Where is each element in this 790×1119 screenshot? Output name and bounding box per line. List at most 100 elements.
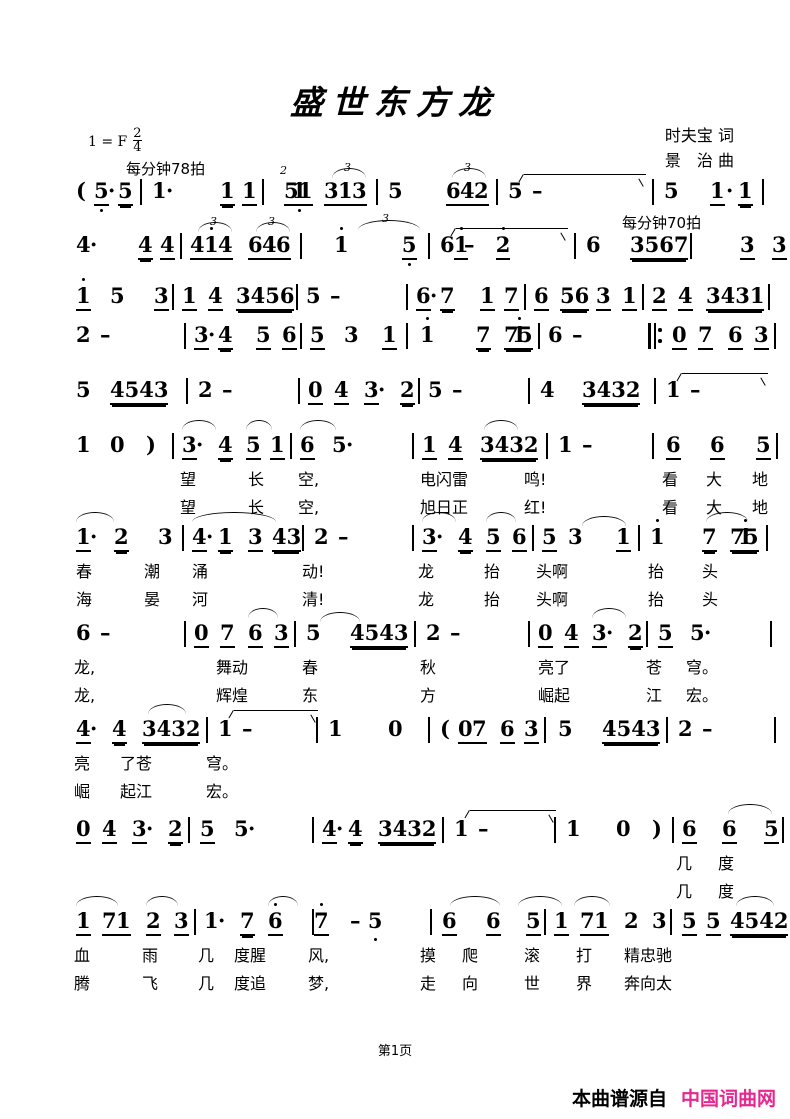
lyric-syllable: 亮 <box>74 754 91 773</box>
barline <box>300 233 302 259</box>
note-token: · <box>704 620 712 645</box>
note-token: 6 <box>248 620 263 648</box>
note-token: 1 <box>218 716 233 741</box>
barline <box>296 284 298 310</box>
note-token: 6 <box>442 908 457 936</box>
barline <box>768 284 770 310</box>
note-token: 2 <box>168 816 183 844</box>
note-token: 4 <box>348 816 363 844</box>
barline <box>442 817 444 843</box>
page-number: 第1页 <box>377 1044 413 1059</box>
note-token: 1 <box>594 908 609 936</box>
note-token: 6 <box>534 283 549 311</box>
tie <box>682 373 768 383</box>
note-token: 3 <box>524 716 539 744</box>
note-token: – <box>330 283 341 308</box>
note-token: 4 <box>76 716 91 744</box>
note-token: · <box>208 322 216 347</box>
music-line-3: 1 5 3 1 4 3456 5 – 6 · 7 1 7 6 56 3 1 2 … <box>76 283 776 317</box>
note-token: · <box>90 232 98 257</box>
note-token: 4543 <box>350 620 409 648</box>
note-token: 7 <box>698 322 713 350</box>
lyric-syllable: 崛起 <box>538 686 571 705</box>
note-token: 4 <box>678 283 693 311</box>
barline <box>638 525 640 551</box>
note-token: 1 <box>650 524 665 549</box>
note-token: 6 <box>446 178 461 206</box>
barline <box>672 817 674 843</box>
note-token: 1 <box>328 716 343 741</box>
barline <box>528 621 530 647</box>
barline <box>774 323 776 349</box>
note-token: 3567 <box>630 232 689 260</box>
note-token: 5 <box>284 178 299 206</box>
slur <box>182 420 216 430</box>
lyric-syllable: 苍 <box>646 658 663 677</box>
note-token: 5 <box>664 178 679 203</box>
note-token: 7 <box>730 524 745 552</box>
note-token: 1 <box>204 908 219 933</box>
tuplet-bracket <box>358 220 420 230</box>
music-line-7: 1 · 2 3 4 · 1 3 43 2 – 3 · 4 5 6 5 3 1 1… <box>76 512 776 614</box>
barline <box>186 378 188 404</box>
note-token: 6 <box>486 908 501 936</box>
lyric-syllable: 头啊 <box>536 590 569 609</box>
note-token: 3432 <box>582 377 641 405</box>
tuplet-marker: 3 <box>344 161 351 174</box>
note-token: 3 <box>772 232 787 260</box>
note-token: ( <box>440 716 450 741</box>
barline <box>300 323 302 349</box>
lyric-syllable: 舞动 <box>216 658 249 677</box>
barline <box>554 817 556 843</box>
barline <box>654 378 656 404</box>
note-token: 3432 <box>480 432 539 460</box>
note-token: 3 <box>422 524 437 552</box>
note-token: 2 <box>652 283 667 311</box>
note-token: 0 <box>616 816 631 841</box>
note-token: 1 <box>76 432 91 457</box>
time-signature-denominator: 4 <box>133 140 142 155</box>
note-token: – <box>100 620 111 645</box>
lyric-syllable: 穹。 <box>206 754 239 773</box>
note-token: 3 <box>754 322 769 350</box>
barline <box>544 717 546 743</box>
note-token: 1 <box>270 432 285 460</box>
lyric-syllable: 走 <box>420 974 437 993</box>
note-token: 3 <box>132 816 147 844</box>
note-token: 3432 <box>378 816 437 844</box>
note-token: 4 <box>448 432 463 460</box>
note-token: 4 <box>322 816 337 844</box>
source-site-link[interactable]: 中国词曲网 <box>681 1088 776 1110</box>
barline <box>652 433 654 459</box>
note-token: 6 <box>512 524 527 552</box>
barline <box>428 717 430 743</box>
barline <box>642 284 644 310</box>
key-signature: 1 = F 2 4 <box>88 127 142 155</box>
lyric-syllable: 宏。 <box>206 782 239 801</box>
barline <box>406 284 408 310</box>
lyric-syllable: 空, <box>298 470 320 489</box>
note-token: 43 <box>272 524 302 552</box>
lyrics-row-1: 望 长 空, 电闪雷 鸣! 看 大 地 <box>76 466 776 494</box>
note-token: 2 <box>474 178 489 206</box>
lyric-syllable: 向 <box>462 974 479 993</box>
lyric-syllable: 潮 <box>144 562 161 581</box>
note-token: 0 <box>110 432 125 457</box>
lyrics-row-1: 亮 了苍 穹。 <box>74 750 776 778</box>
lyric-syllable: 春 <box>302 658 319 677</box>
note-token: · <box>90 716 98 741</box>
note-token: 1 <box>422 432 437 460</box>
lyric-syllable: 动! <box>302 562 325 581</box>
note-token: 0 <box>194 620 209 648</box>
lyric-syllable: 摸 <box>420 946 437 965</box>
note-token: 1 <box>480 283 495 311</box>
note-token: 1 <box>116 908 131 936</box>
lyric-syllable: 晏 <box>144 590 161 609</box>
tie <box>470 810 556 820</box>
note-token: 1 <box>382 322 397 350</box>
lyric-syllable: 望 <box>180 470 197 489</box>
note-token: 56 <box>560 283 590 311</box>
lyric-syllable: 头 <box>702 590 719 609</box>
note-token: 2 <box>426 620 441 645</box>
barline <box>172 433 174 459</box>
